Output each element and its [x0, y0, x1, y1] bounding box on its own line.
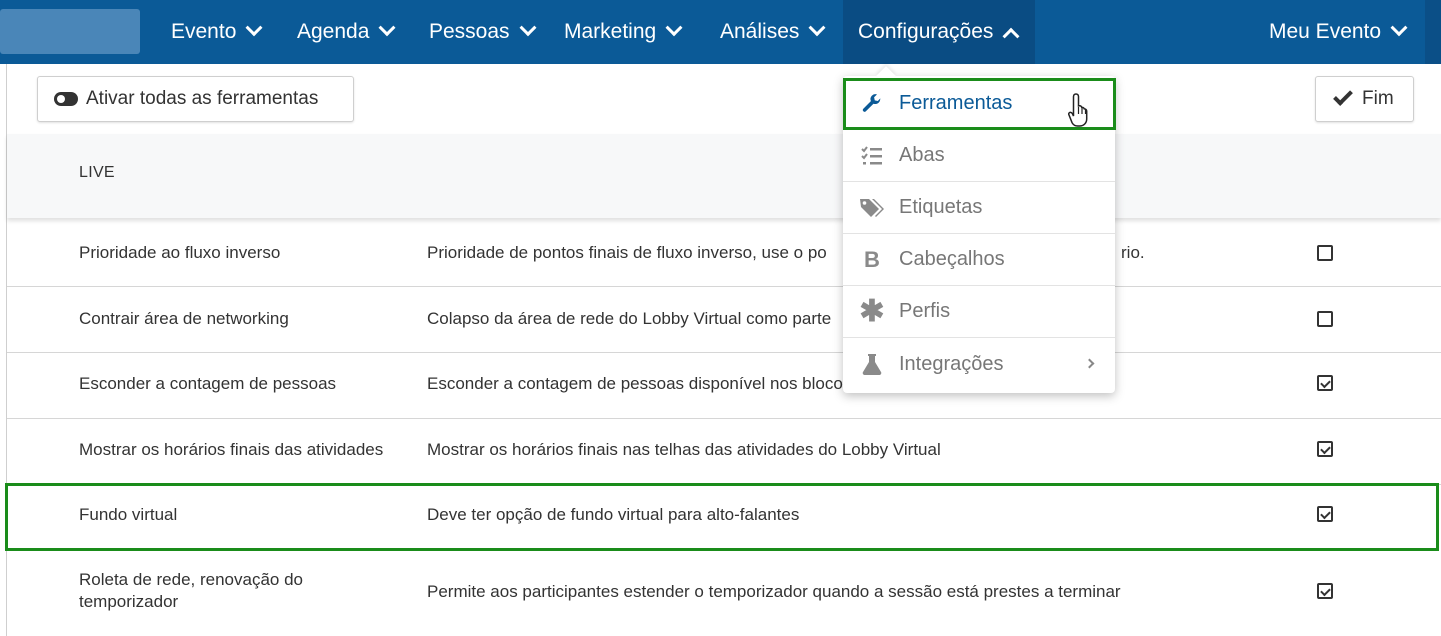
tool-checkbox[interactable]: [1317, 245, 1333, 261]
menu-item-label: Integrações: [899, 352, 1004, 375]
table-row: Mostrar os horários finais das atividade…: [7, 419, 1441, 485]
highlight-frame: [5, 483, 1439, 551]
tool-name: Prioridade ao fluxo inverso: [79, 243, 281, 262]
tool-checkbox[interactable]: [1317, 583, 1333, 599]
done-label: Fim: [1362, 88, 1394, 109]
tool-name: Esconder a contagem de pessoas: [79, 374, 337, 393]
top-nav: Evento Agenda Pessoas Marketing Análises…: [0, 0, 1441, 64]
list-check-icon: [859, 144, 885, 168]
tool-description: Prioridade de pontos finais de fluxo inv…: [427, 243, 827, 262]
chevron-down-icon: [1390, 19, 1408, 37]
check-icon: [1333, 86, 1353, 106]
tags-icon: [859, 196, 885, 220]
chevron-down-icon: [245, 19, 263, 37]
section-header: LIVE: [7, 134, 1441, 218]
toggle-icon: [54, 92, 78, 106]
nav-item-label: Análises: [720, 20, 800, 43]
menu-item-label: Etiquetas: [899, 196, 983, 218]
menu-item-integracoes[interactable]: Integrações: [843, 338, 1115, 390]
table-row: Contrair área de networking Colapso da á…: [7, 287, 1441, 353]
table-row: Esconder a contagem de pessoas Esconder …: [7, 353, 1441, 419]
menu-item-cabecalhos[interactable]: B Cabeçalhos: [843, 234, 1115, 286]
tool-checkbox[interactable]: [1317, 375, 1333, 391]
nav-item-marketing[interactable]: Marketing: [564, 0, 683, 64]
chevron-down-icon: [519, 19, 537, 37]
nav-item-analises[interactable]: Análises: [720, 0, 826, 64]
asterisk-icon: ✱: [859, 295, 885, 328]
flask-icon: [859, 352, 885, 376]
chevron-right-icon: [1084, 358, 1095, 369]
menu-item-label: Perfis: [899, 300, 951, 322]
table-row: Roleta de rede, renovação do temporizado…: [7, 551, 1441, 636]
nav-edge: [1425, 0, 1441, 64]
nav-item-label: Marketing: [564, 20, 657, 43]
nav-item-label: Meu Evento: [1269, 20, 1382, 43]
chevron-down-icon: [665, 19, 683, 37]
menu-item-etiquetas[interactable]: Etiquetas: [843, 182, 1115, 234]
chevron-up-icon: [1002, 27, 1020, 45]
tool-name: Mostrar os horários finais das atividade…: [79, 440, 384, 459]
tool-description: Permite aos participantes estender o tem…: [427, 582, 1121, 601]
tool-description-tail: rio.: [1121, 243, 1145, 262]
tool-description: Colapso da área de rede do Lobby Virtual…: [427, 309, 832, 328]
nav-item-label: Configurações: [858, 20, 994, 43]
nav-item-label: Agenda: [297, 20, 370, 43]
tool-description: Esconder a contagem de pessoas disponíve…: [427, 374, 843, 393]
menu-item-abas[interactable]: Abas: [843, 130, 1115, 182]
menu-item-label: Abas: [899, 144, 945, 166]
nav-item-evento[interactable]: Evento: [171, 0, 263, 64]
hand-cursor-icon: [1067, 92, 1094, 133]
nav-item-meu-evento[interactable]: Meu Evento: [1269, 0, 1408, 64]
chevron-down-icon: [808, 19, 826, 37]
tool-name: Roleta de rede, renovação do temporizado…: [79, 570, 303, 611]
nav-item-agenda[interactable]: Agenda: [297, 0, 396, 64]
nav-search-box[interactable]: [0, 9, 140, 54]
nav-item-label: Evento: [171, 20, 237, 43]
tool-checkbox[interactable]: [1317, 311, 1333, 327]
activate-all-tools-button[interactable]: Ativar todas as ferramentas: [37, 76, 354, 122]
nav-item-configuracoes[interactable]: Configurações: [843, 0, 1035, 64]
chevron-down-icon: [378, 19, 396, 37]
bold-icon: B: [864, 246, 880, 272]
tool-name: Contrair área de networking: [79, 309, 289, 328]
table-row: Prioridade ao fluxo inverso Prioridade d…: [7, 220, 1441, 287]
section-title: LIVE: [79, 164, 115, 181]
nav-item-label: Pessoas: [429, 20, 510, 43]
activate-all-label: Ativar todas as ferramentas: [86, 88, 319, 109]
tool-checkbox[interactable]: [1317, 441, 1333, 457]
tool-description: Mostrar os horários finais nas telhas da…: [427, 440, 941, 459]
menu-item-perfis[interactable]: ✱ Perfis: [843, 286, 1115, 338]
nav-item-pessoas[interactable]: Pessoas: [429, 0, 537, 64]
menu-item-label: Cabeçalhos: [899, 248, 1005, 270]
done-button[interactable]: Fim: [1315, 76, 1414, 122]
